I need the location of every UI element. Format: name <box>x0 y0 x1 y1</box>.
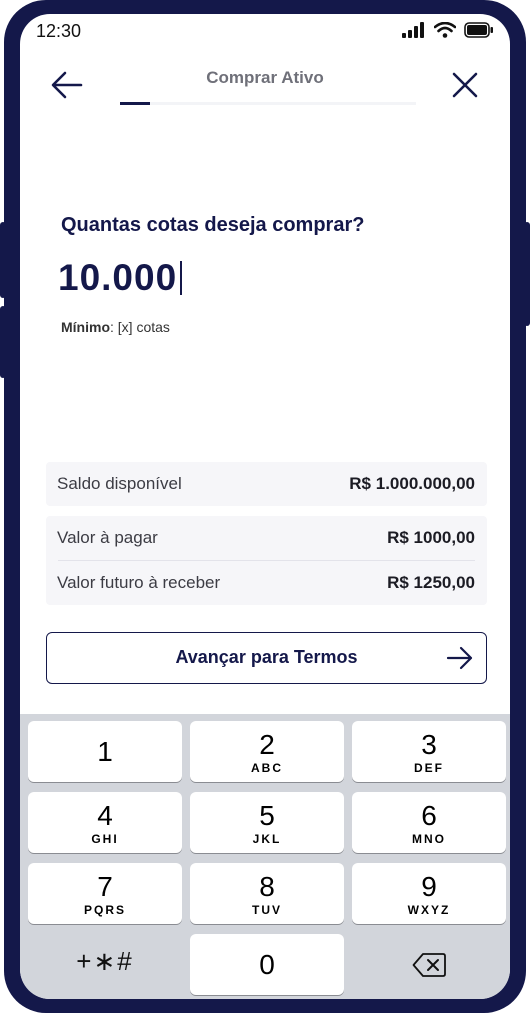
key-3[interactable]: 3 DEF <box>352 721 506 782</box>
arrow-right-icon <box>446 646 473 670</box>
text-cursor <box>180 261 183 295</box>
key-letters: JKL <box>252 832 282 846</box>
backspace-icon <box>412 953 446 977</box>
key-letters: GHI <box>91 832 119 846</box>
key-digit: 5 <box>259 800 275 831</box>
close-icon <box>452 72 478 98</box>
volume-down-button <box>0 306 6 378</box>
close-button[interactable] <box>450 70 482 100</box>
status-icons <box>402 22 494 38</box>
balance-value: R$ 1.000.000,00 <box>349 474 475 493</box>
numeric-keyboard: 1 2 ABC 3 DEF 4 GHI 5 JKL 6 MNO 7 PQRS 8… <box>20 714 510 999</box>
battery-icon <box>464 22 493 38</box>
key-digit: 6 <box>421 800 437 831</box>
status-bar: 12:30 <box>20 14 510 50</box>
progress-bar-fill <box>120 102 150 105</box>
balance-card: Saldo disponível R$ 1.000.000,00 <box>46 462 487 506</box>
key-9[interactable]: 9 WXYZ <box>352 863 506 924</box>
key-7[interactable]: 7 PQRS <box>28 863 182 924</box>
balance-row: Saldo disponível R$ 1.000.000,00 <box>46 462 487 506</box>
key-8[interactable]: 8 TUV <box>190 863 344 924</box>
key-letters: DEF <box>414 761 444 775</box>
key-letters: MNO <box>412 832 446 846</box>
payment-summary-card: Valor à pagar R$ 1000,00 Valor futuro à … <box>46 516 487 605</box>
key-letters: TUV <box>252 903 282 917</box>
amount-to-pay-value: R$ 1000,00 <box>387 528 475 547</box>
key-5[interactable]: 5 JKL <box>190 792 344 853</box>
key-digit: 8 <box>259 871 275 902</box>
future-value-label: Valor futuro à receber <box>57 573 221 592</box>
advance-to-terms-button[interactable]: Avançar para Termos <box>46 632 487 684</box>
key-digit: 9 <box>421 871 437 902</box>
key-6[interactable]: 6 MNO <box>352 792 506 853</box>
key-letters: WXYZ <box>407 903 451 917</box>
key-letters: PQRS <box>83 903 126 917</box>
amount-to-pay-label: Valor à pagar <box>57 528 158 547</box>
delete-key[interactable] <box>352 934 506 995</box>
key-digit: 7 <box>97 871 113 902</box>
amount-to-pay-row: Valor à pagar R$ 1000,00 <box>46 516 487 560</box>
quantity-input[interactable]: 10.000 <box>58 257 183 299</box>
status-time: 12:30 <box>36 21 82 41</box>
advance-button-label: Avançar para Termos <box>175 647 358 667</box>
progress-bar <box>120 102 416 105</box>
key-letters: ABC <box>251 761 283 775</box>
key-1[interactable]: 1 <box>28 721 182 782</box>
power-button <box>524 222 530 326</box>
volume-up-button <box>0 222 6 298</box>
key-digit: 4 <box>97 800 113 831</box>
key-digit: 2 <box>259 729 275 760</box>
minimum-text: : [x] cotas <box>110 319 170 335</box>
key-digit: 3 <box>421 729 437 760</box>
future-value-row: Valor futuro à receber R$ 1250,00 <box>46 561 487 605</box>
wifi-icon <box>434 22 456 38</box>
symbols-label: +∗# <box>76 946 134 976</box>
quantity-question: Quantas cotas deseja comprar? <box>61 214 365 236</box>
balance-label: Saldo disponível <box>57 474 182 493</box>
phone-mockup: 12:30 Comprar Ativo Quantas cotas deseja… <box>0 0 530 1013</box>
minimum-label: Mínimo <box>61 319 110 335</box>
key-digit: 1 <box>97 736 113 767</box>
key-2[interactable]: 2 ABC <box>190 721 344 782</box>
future-value-value: R$ 1250,00 <box>387 573 475 592</box>
minimum-hint: Mínimo: [x] cotas <box>61 319 170 335</box>
key-digit: 0 <box>259 949 275 980</box>
screen: 12:30 Comprar Ativo Quantas cotas deseja… <box>20 14 510 999</box>
page-title: Comprar Ativo <box>206 68 324 87</box>
cellular-signal-icon <box>402 22 424 38</box>
key-4[interactable]: 4 GHI <box>28 792 182 853</box>
quantity-value: 10.000 <box>58 257 178 298</box>
symbols-key[interactable]: +∗# <box>28 934 182 995</box>
key-0[interactable]: 0 <box>190 934 344 995</box>
